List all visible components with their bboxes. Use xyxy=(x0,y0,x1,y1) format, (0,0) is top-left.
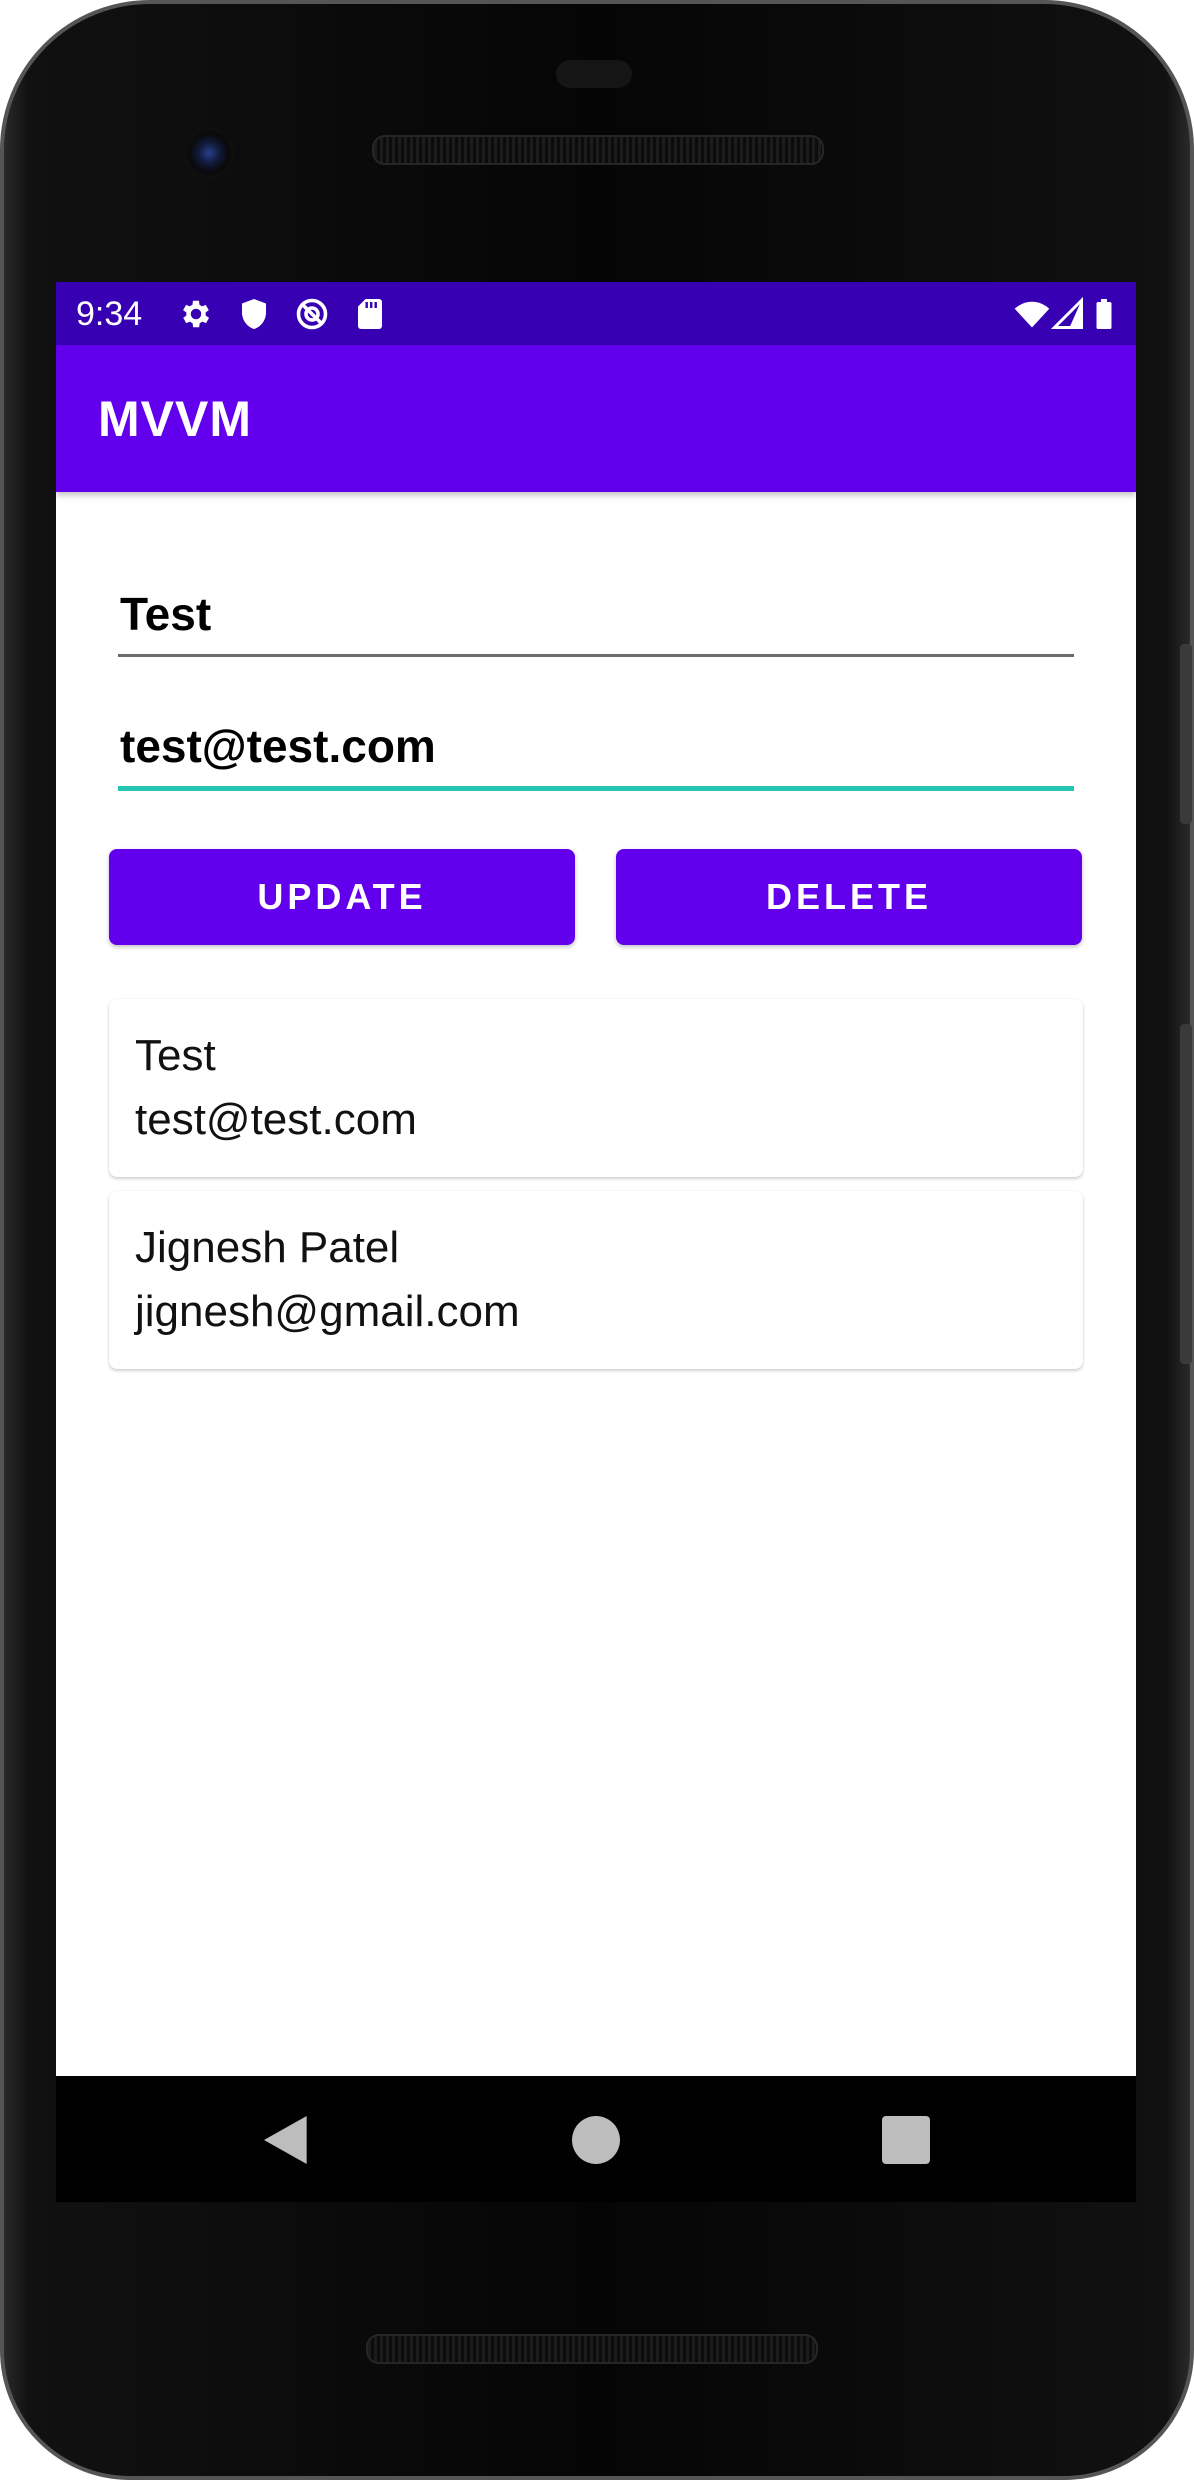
name-field xyxy=(118,584,1076,657)
battery-icon xyxy=(1096,299,1112,329)
user-name: Jignesh Patel xyxy=(135,1223,400,1272)
sync-circle-icon xyxy=(296,298,328,330)
front-camera xyxy=(184,128,234,178)
name-field-underline xyxy=(118,654,1074,657)
name-input[interactable] xyxy=(118,584,1076,644)
volume-button xyxy=(1180,1024,1192,1364)
email-field-underline xyxy=(118,786,1074,791)
wifi-icon xyxy=(1014,301,1050,328)
top-speaker-grille xyxy=(372,135,824,165)
phone-frame: 9:34 MVVM Test test@test.com UPDATE DELE… xyxy=(0,0,1194,2480)
status-bar: 9:34 xyxy=(56,282,1136,345)
home-icon[interactable] xyxy=(564,2108,628,2172)
email-field xyxy=(118,716,1076,791)
app-title: MVVM xyxy=(98,391,252,447)
user-email: test@test.com xyxy=(135,1095,417,1144)
gear-icon xyxy=(183,300,210,328)
list-item[interactable]: Jignesh Patel jignesh@gmail.com xyxy=(109,1191,1083,1369)
navigation-bar xyxy=(56,2076,1136,2202)
back-icon[interactable] xyxy=(256,2108,320,2172)
user-name: Test xyxy=(135,1031,216,1080)
status-time: 9:34 xyxy=(76,295,143,333)
recents-icon[interactable] xyxy=(874,2108,938,2172)
update-button[interactable]: UPDATE xyxy=(109,849,575,945)
screen: 9:34 MVVM Test test@test.com UPDATE DELE… xyxy=(56,282,1136,2076)
power-button xyxy=(1180,644,1192,824)
earpiece xyxy=(556,60,632,88)
list-item[interactable]: Test test@test.com xyxy=(109,999,1083,1177)
app-bar: MVVM xyxy=(56,345,1136,492)
signal-icon xyxy=(1050,296,1083,329)
sd-card-icon xyxy=(358,299,382,329)
user-email: jignesh@gmail.com xyxy=(135,1287,520,1336)
email-input[interactable] xyxy=(118,716,1076,776)
delete-button[interactable]: DELETE xyxy=(616,849,1082,945)
shield-icon xyxy=(242,299,266,329)
bottom-speaker-grille xyxy=(366,2334,818,2364)
